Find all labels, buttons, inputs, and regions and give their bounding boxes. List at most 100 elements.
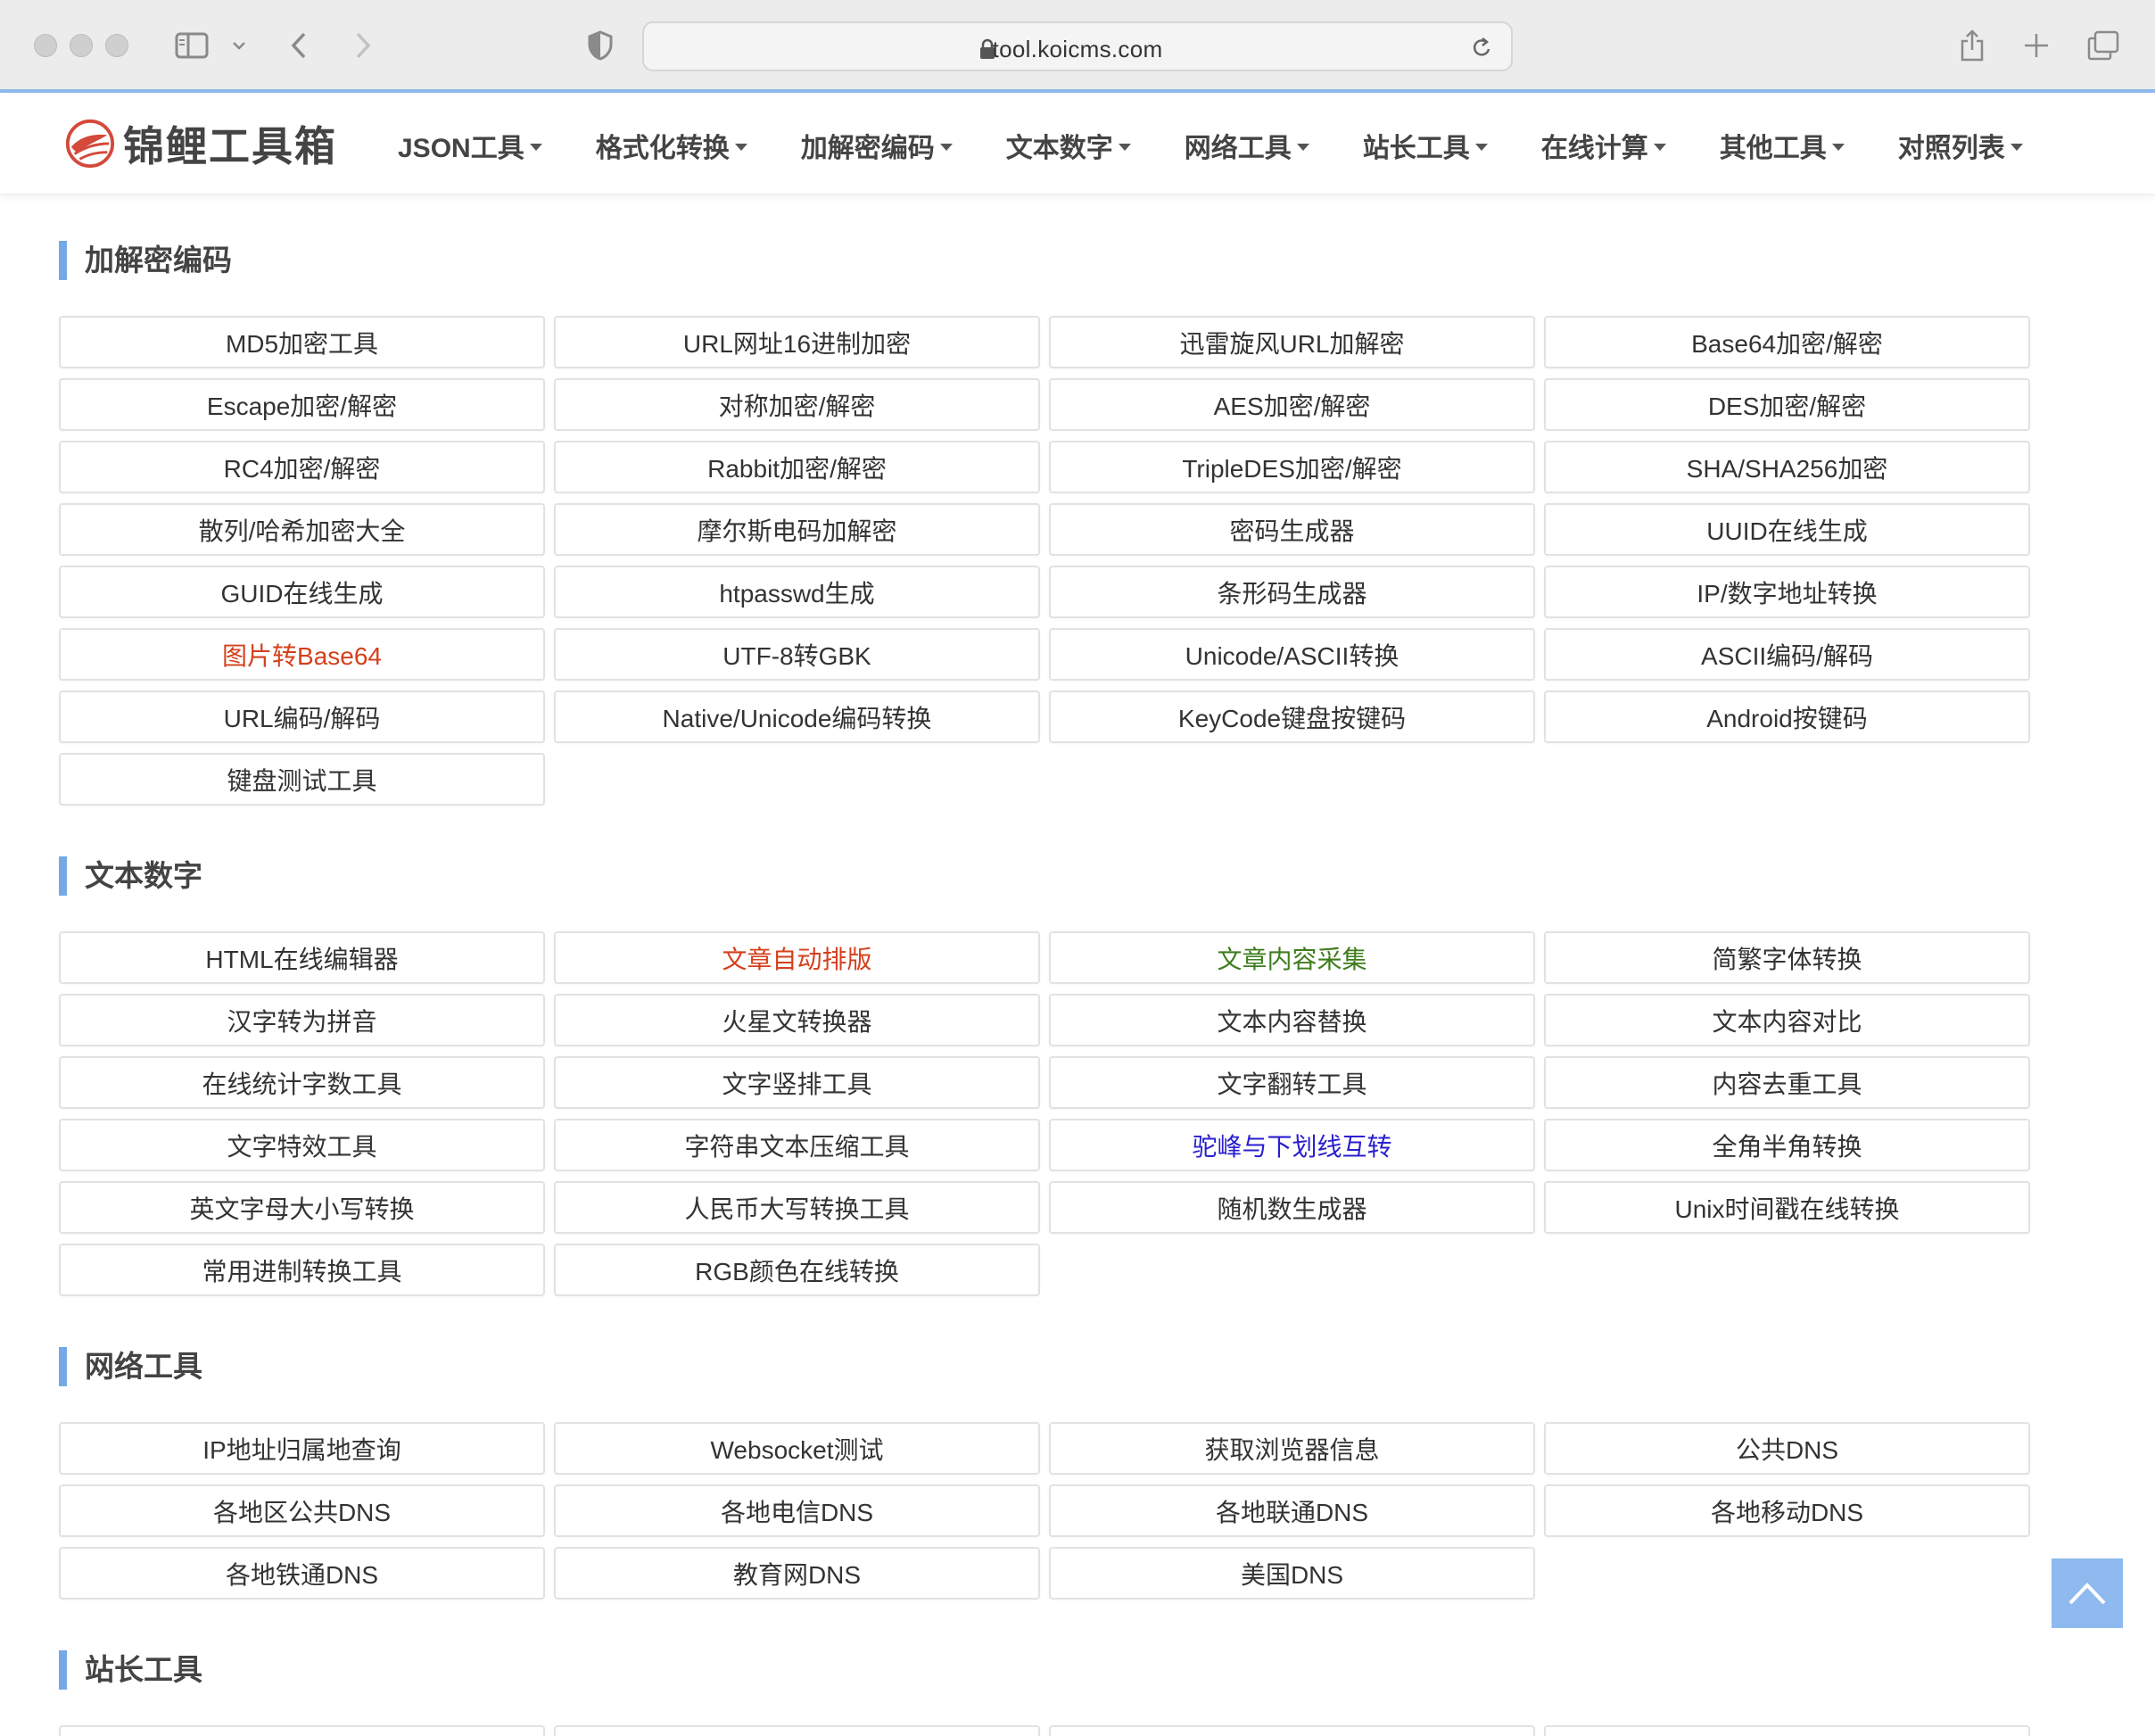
tool-link[interactable]: URL编码/解码: [59, 690, 545, 743]
nav-item[interactable]: 其他工具: [1720, 126, 1845, 165]
minimize-window-button[interactable]: [70, 34, 93, 57]
tool-link[interactable]: 各地铁通DNS: [59, 1547, 545, 1600]
site-logo[interactable]: 锦鲤工具箱: [64, 114, 337, 173]
tool-link[interactable]: URL网址16进制加密: [554, 316, 1040, 368]
tool-link[interactable]: Unix时间戳在线转换: [1544, 1181, 2030, 1234]
tool-link[interactable]: Rabbit加密/解密: [554, 441, 1040, 493]
tool-link[interactable]: 散列/哈希加密大全: [59, 503, 545, 556]
tool-link[interactable]: Base64加密/解密: [1544, 316, 2030, 368]
tool-link[interactable]: 公共DNS: [1544, 1422, 2030, 1475]
tool-link[interactable]: 字符串文本压缩工具: [554, 1119, 1040, 1171]
tool-link[interactable]: 全角半角转换: [1544, 1119, 2030, 1171]
close-window-button[interactable]: [34, 34, 57, 57]
tool-link[interactable]: 条形码生成器: [1049, 566, 1535, 618]
section-title: 文本数字: [59, 856, 202, 896]
tool-link[interactable]: 各地电信DNS: [554, 1484, 1040, 1537]
tool-link[interactable]: [554, 1725, 1040, 1736]
nav-item[interactable]: JSON工具: [398, 126, 542, 165]
nav-item-label: 对照列表: [1897, 134, 2005, 163]
tool-link[interactable]: 图片转Base64: [59, 628, 545, 681]
reload-icon[interactable]: [1470, 36, 1493, 65]
tool-link[interactable]: 文字特效工具: [59, 1119, 545, 1171]
tool-link[interactable]: 文字翻转工具: [1049, 1056, 1535, 1109]
tool-link[interactable]: HTML在线编辑器: [59, 931, 545, 984]
nav-item[interactable]: 在线计算: [1541, 126, 1666, 165]
tool-link[interactable]: RGB颜色在线转换: [554, 1244, 1040, 1296]
nav-item[interactable]: 加解密编码: [801, 126, 953, 165]
chevron-down-icon[interactable]: [228, 25, 250, 66]
tool-link[interactable]: Unicode/ASCII转换: [1049, 628, 1535, 681]
tool-link[interactable]: [59, 1725, 545, 1736]
nav-item-label: JSON工具: [398, 134, 524, 163]
tab-overview-icon[interactable]: [2087, 25, 2119, 66]
tool-link[interactable]: 文本内容替换: [1049, 994, 1535, 1046]
nav-item-label: 在线计算: [1540, 134, 1648, 163]
tool-link[interactable]: GUID在线生成: [59, 566, 545, 618]
tool-link[interactable]: TripleDES加密/解密: [1049, 441, 1535, 493]
site-header: 锦鲤工具箱 JSON工具 格式化转换 加解密编码 文本数字 网络工具 站长工具 在线计算 其他…: [0, 96, 2155, 194]
nav-item[interactable]: 格式化转换: [596, 126, 747, 165]
tool-link[interactable]: SHA/SHA256加密: [1544, 441, 2030, 493]
tool-link[interactable]: 美国DNS: [1049, 1547, 1535, 1600]
nav-item[interactable]: 对照列表: [1898, 126, 2023, 165]
tool-link[interactable]: UTF-8转GBK: [554, 628, 1040, 681]
logo-text: 锦鲤工具箱: [123, 123, 337, 169]
tool-link[interactable]: 常用进制转换工具: [59, 1244, 545, 1296]
tool-link[interactable]: 人民币大写转换工具: [554, 1181, 1040, 1234]
share-icon[interactable]: [1957, 25, 1987, 66]
tool-link[interactable]: Websocket测试: [554, 1422, 1040, 1475]
back-icon[interactable]: [284, 25, 314, 66]
section-title: 加解密编码: [59, 241, 232, 280]
tool-link[interactable]: IP地址归属地查询: [59, 1422, 545, 1475]
tool-link[interactable]: 简繁字体转换: [1544, 931, 2030, 984]
tool-link[interactable]: IP/数字地址转换: [1544, 566, 2030, 618]
tool-link[interactable]: 随机数生成器: [1049, 1181, 1535, 1234]
tool-link[interactable]: 键盘测试工具: [59, 753, 545, 806]
tool-link[interactable]: KeyCode键盘按键码: [1049, 690, 1535, 743]
tool-link[interactable]: ASCII编码/解码: [1544, 628, 2030, 681]
tool-link[interactable]: 文字竖排工具: [554, 1056, 1040, 1109]
tool-link[interactable]: AES加密/解密: [1049, 378, 1535, 431]
privacy-shield-icon[interactable]: [585, 25, 615, 66]
tool-link[interactable]: 汉字转为拼音: [59, 994, 545, 1046]
tool-link[interactable]: 教育网DNS: [554, 1547, 1040, 1600]
nav-item[interactable]: 站长工具: [1363, 126, 1488, 165]
tool-link[interactable]: MD5加密工具: [59, 316, 545, 368]
sidebar-toggle-icon[interactable]: [173, 25, 211, 66]
address-bar[interactable]: tool.koicms.com: [642, 21, 1513, 71]
tool-link[interactable]: 文章自动排版: [554, 931, 1040, 984]
tool-link[interactable]: 在线统计字数工具: [59, 1056, 545, 1109]
tool-link[interactable]: DES加密/解密: [1544, 378, 2030, 431]
tool-link[interactable]: 各地区公共DNS: [59, 1484, 545, 1537]
tool-link[interactable]: RC4加密/解密: [59, 441, 545, 493]
forward-icon[interactable]: [348, 25, 378, 66]
zoom-window-button[interactable]: [105, 34, 128, 57]
tool-link[interactable]: 密码生成器: [1049, 503, 1535, 556]
tool-link[interactable]: 获取浏览器信息: [1049, 1422, 1535, 1475]
nav-item[interactable]: 文本数字: [1006, 126, 1131, 165]
tool-link[interactable]: 对称加密/解密: [554, 378, 1040, 431]
nav-item[interactable]: 网络工具: [1185, 126, 1309, 165]
tool-link[interactable]: Android按键码: [1544, 690, 2030, 743]
tool-link[interactable]: 英文字母大小写转换: [59, 1181, 545, 1234]
tool-link[interactable]: 各地联通DNS: [1049, 1484, 1535, 1537]
tool-link[interactable]: [1049, 1725, 1535, 1736]
back-to-top-button[interactable]: [2052, 1558, 2123, 1628]
tool-link[interactable]: UUID在线生成: [1544, 503, 2030, 556]
tool-link[interactable]: Escape加密/解密: [59, 378, 545, 431]
tool-link[interactable]: 摩尔斯电码加解密: [554, 503, 1040, 556]
tool-link[interactable]: Native/Unicode编码转换: [554, 690, 1040, 743]
tool-link[interactable]: 各地移动DNS: [1544, 1484, 2030, 1537]
tool-link[interactable]: 迅雷旋风URL加解密: [1049, 316, 1535, 368]
tool-link[interactable]: htpasswd生成: [554, 566, 1040, 618]
tool-link[interactable]: 驼峰与下划线互转: [1049, 1119, 1535, 1171]
tool-link[interactable]: 文章内容采集: [1049, 931, 1535, 984]
tool-link[interactable]: 内容去重工具: [1544, 1056, 2030, 1109]
caret-down-icon: [939, 144, 953, 151]
section-title: 网络工具: [59, 1347, 202, 1386]
nav-item-label: 网络工具: [1184, 134, 1292, 163]
tool-link[interactable]: [1544, 1725, 2030, 1736]
new-tab-icon[interactable]: [2021, 25, 2052, 66]
tool-link[interactable]: 火星文转换器: [554, 994, 1040, 1046]
tool-link[interactable]: 文本内容对比: [1544, 994, 2030, 1046]
